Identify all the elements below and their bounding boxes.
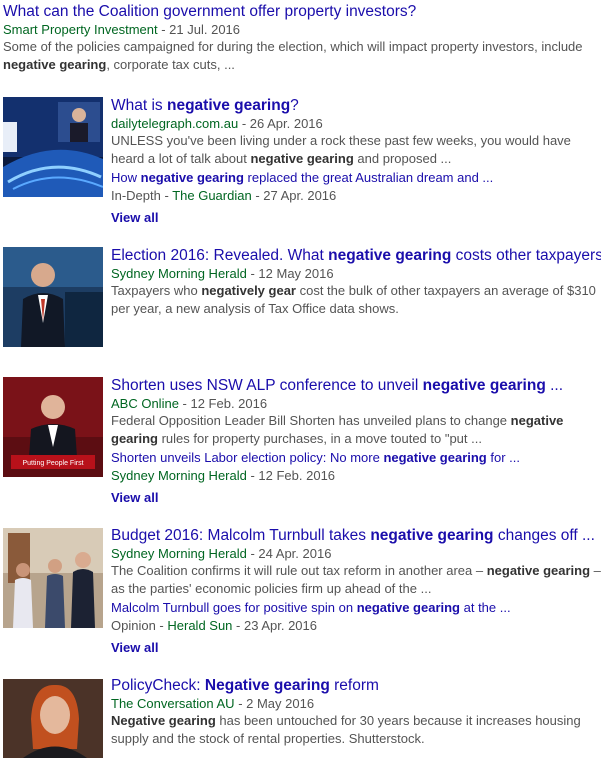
- separator: -: [160, 188, 173, 203]
- snippet-text: rules for property purchases, in a move …: [157, 431, 482, 446]
- result-snippet: Federal Opposition Leader Bill Shorten h…: [111, 412, 601, 448]
- title-highlight: negative gearing: [370, 527, 494, 544]
- result-title-link[interactable]: Shorten uses NSW ALP conference to unvei…: [111, 376, 601, 395]
- related-story-source: In-Depth - The Guardian - 27 Apr. 2016: [111, 187, 601, 204]
- snippet-text: and proposed ...: [353, 151, 452, 166]
- result-date: - 12 Feb. 2016: [246, 468, 336, 483]
- result-body: Shorten uses NSW ALP conference to unvei…: [111, 376, 601, 507]
- title-highlight: Negative gearing: [204, 677, 330, 694]
- result-body: Election 2016: Revealed. What negative g…: [111, 246, 601, 318]
- snippet-highlight: negatively gear: [201, 283, 296, 298]
- result-date: - 12 May 2016: [246, 266, 334, 281]
- result-source: Sydney Morning Herald - 12 May 2016: [111, 265, 601, 282]
- result-source: ABC Online - 12 Feb. 2016: [111, 395, 601, 412]
- related-story-link[interactable]: Malcolm Turnbull goes for positive spin …: [111, 599, 601, 617]
- result-thumbnail[interactable]: [3, 528, 103, 628]
- view-all-link[interactable]: View all: [111, 209, 601, 227]
- result-body: What is negative gearing? dailytelegraph…: [111, 96, 601, 227]
- result-snippet: Some of the policies campaigned for duri…: [3, 38, 601, 74]
- title-text: Election 2016: Revealed. What: [111, 247, 329, 264]
- result-date: - 21 Jul. 2016: [157, 22, 241, 37]
- result-title-link[interactable]: Election 2016: Revealed. What negative g…: [111, 246, 601, 265]
- result-snippet: UNLESS you've been living under a rock t…: [111, 132, 601, 168]
- related-story-link[interactable]: How negative gearing replaced the great …: [111, 169, 601, 187]
- thumb-caption: Putting People First: [22, 460, 83, 467]
- result-thumbnail[interactable]: [3, 679, 103, 758]
- related-story-source: Sydney Morning Herald - 12 Feb. 2016: [111, 467, 601, 484]
- separator: -: [155, 618, 168, 633]
- result-body: Budget 2016: Malcolm Turnbull takes nega…: [111, 526, 601, 657]
- sublink-text: Shorten unveils Labor election policy: N…: [111, 450, 384, 465]
- source-name: Sydney Morning Herald: [111, 266, 247, 281]
- title-text: ...: [545, 377, 564, 394]
- sublink-highlight: negative gearing: [356, 600, 460, 615]
- title-text: What is: [111, 97, 167, 114]
- title-highlight: negative gearing: [422, 377, 546, 394]
- title-text: What can the Coalition government offer …: [3, 3, 417, 20]
- view-all-link[interactable]: View all: [111, 639, 601, 657]
- sublink-highlight: negative gearing: [383, 450, 487, 465]
- result-thumbnail[interactable]: [3, 97, 103, 197]
- result-source: The Conversation AU - 2 May 2016: [111, 695, 601, 712]
- result-body: PolicyCheck: Negative gearing reform The…: [111, 676, 601, 748]
- sublink-text: at the ...: [460, 600, 511, 615]
- source-name: Sydney Morning Herald: [111, 468, 247, 483]
- snippet-highlight: Negative gearing: [111, 713, 216, 728]
- result-date: - 27 Apr. 2016: [251, 188, 337, 203]
- title-text: PolicyCheck:: [111, 677, 205, 694]
- related-story-link[interactable]: Shorten unveils Labor election policy: N…: [111, 449, 601, 467]
- title-text: Budget 2016: Malcolm Turnbull takes: [111, 527, 371, 544]
- source-name: Smart Property Investment: [3, 22, 158, 37]
- result-title-link[interactable]: What is negative gearing?: [111, 96, 601, 115]
- related-story-source: Opinion - Herald Sun - 23 Apr. 2016: [111, 617, 601, 634]
- snippet-highlight: negative gearing: [486, 563, 591, 578]
- result-date: - 24 Apr. 2016: [246, 546, 332, 561]
- snippet-text: Taxpayers who: [111, 283, 202, 298]
- view-all-link[interactable]: View all: [111, 489, 601, 507]
- result-title-link[interactable]: Budget 2016: Malcolm Turnbull takes nega…: [111, 526, 601, 545]
- result-date: - 23 Apr. 2016: [232, 618, 317, 633]
- sublink-text: for ...: [486, 450, 520, 465]
- result-source: Smart Property Investment - 21 Jul. 2016: [3, 21, 601, 38]
- result-snippet: Negative gearing has been untouched for …: [111, 712, 601, 748]
- snippet-highlight: negative gearing: [250, 151, 354, 166]
- result-title-link[interactable]: What can the Coalition government offer …: [3, 2, 601, 21]
- result-body: What can the Coalition government offer …: [3, 2, 601, 74]
- snippet-text: , corporate tax cuts, ...: [106, 57, 235, 72]
- title-highlight: negative gearing: [166, 97, 291, 114]
- result-thumbnail[interactable]: Putting People First: [3, 377, 103, 477]
- result-date: - 26 Apr. 2016: [238, 116, 323, 131]
- result-date: - 12 Feb. 2016: [178, 396, 268, 411]
- title-text: Shorten uses NSW ALP conference to unvei…: [111, 377, 423, 394]
- source-name: Herald Sun: [167, 618, 233, 633]
- snippet-highlight: negative gearing: [3, 57, 107, 72]
- source-name: dailytelegraph.com.au: [111, 116, 239, 131]
- snippet-text: The Coalition confirms it will rule out …: [111, 563, 487, 578]
- story-label: Opinion: [111, 618, 156, 633]
- sublink-highlight: negative gearing: [140, 170, 244, 185]
- title-text: reform: [329, 677, 379, 694]
- result-thumbnail[interactable]: [3, 247, 103, 347]
- result-snippet: The Coalition confirms it will rule out …: [111, 562, 601, 598]
- source-name: Sydney Morning Herald: [111, 546, 247, 561]
- title-text: changes off ...: [493, 527, 595, 544]
- story-label: In-Depth: [111, 188, 161, 203]
- title-highlight: negative gearing: [328, 247, 452, 264]
- source-name: ABC Online: [111, 396, 179, 411]
- sublink-text: How: [111, 170, 141, 185]
- result-date: - 2 May 2016: [234, 696, 315, 711]
- source-name: The Conversation AU: [111, 696, 235, 711]
- sublink-text: replaced the great Australian dream and …: [243, 170, 494, 185]
- title-text: ?: [290, 97, 299, 114]
- title-text: costs other taxpayers: [451, 247, 601, 264]
- result-source: dailytelegraph.com.au - 26 Apr. 2016: [111, 115, 601, 132]
- source-name: The Guardian: [172, 188, 252, 203]
- sublink-text: Malcolm Turnbull goes for positive spin …: [111, 600, 357, 615]
- snippet-text: Some of the policies campaigned for duri…: [3, 39, 583, 54]
- result-snippet: Taxpayers who negatively gear cost the b…: [111, 282, 601, 318]
- result-title-link[interactable]: PolicyCheck: Negative gearing reform: [111, 676, 601, 695]
- snippet-text: Federal Opposition Leader Bill Shorten h…: [111, 413, 511, 428]
- result-source: Sydney Morning Herald - 24 Apr. 2016: [111, 545, 601, 562]
